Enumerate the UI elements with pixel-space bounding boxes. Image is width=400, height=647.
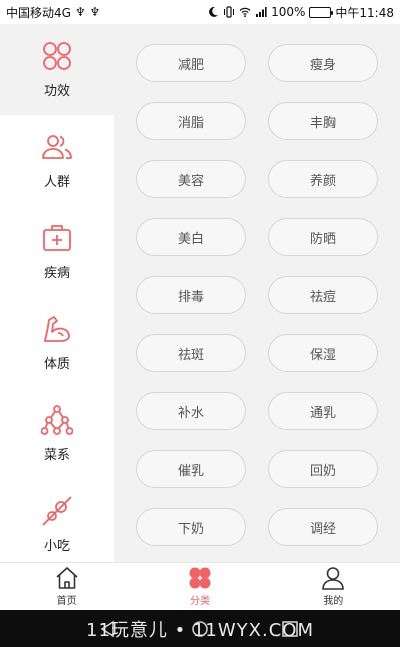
vibrate-icon — [224, 6, 235, 18]
tag-chip[interactable]: 排毒 — [136, 276, 246, 314]
tag-chip[interactable]: 消脂 — [136, 102, 246, 140]
watermark-text: 11玩意儿 • 11WYX.COM — [86, 619, 314, 641]
tag-chip[interactable]: 美白 — [136, 218, 246, 256]
clock: 中午11:48 — [335, 5, 394, 20]
bottom-nav: 首页 分类 我的 — [0, 562, 400, 610]
four-circles-icon — [43, 42, 71, 70]
sidebar-item-label: 疾病 — [43, 266, 70, 281]
user-icon — [322, 567, 345, 590]
tag-chip[interactable]: 美容 — [136, 160, 246, 198]
tag-chip[interactable]: 保湿 — [268, 334, 378, 372]
sidebar-item-snack[interactable]: 小吃 — [0, 479, 114, 562]
sidebar-item-label: 菜系 — [43, 448, 70, 463]
sidebar-item-label: 体质 — [43, 357, 70, 372]
tag-chip[interactable]: 瘦身 — [268, 44, 378, 82]
nav-label: 分类 — [189, 596, 210, 607]
tag-chip[interactable]: 补水 — [136, 392, 246, 430]
category-icon — [189, 567, 211, 589]
battery-percent: 100% — [271, 5, 306, 19]
sidebar-item-label: 功效 — [43, 84, 70, 99]
nav-profile[interactable]: 我的 — [267, 563, 400, 610]
usb-icon: ♆ ♆ — [74, 5, 101, 19]
tag-chip[interactable]: 祛痘 — [268, 276, 378, 314]
battery-icon — [309, 6, 334, 18]
nav-home[interactable]: 首页 — [0, 563, 133, 610]
tag-chip[interactable]: 催乳 — [136, 450, 246, 488]
tag-chip[interactable]: 减肥 — [136, 44, 246, 82]
signal-icon — [256, 7, 267, 17]
tag-chip[interactable]: 下奶 — [136, 508, 246, 546]
nav-label: 我的 — [323, 596, 344, 607]
skewer-icon — [42, 496, 72, 526]
tag-chip[interactable]: 回奶 — [268, 450, 378, 488]
tag-chip[interactable]: 丰胸 — [268, 102, 378, 140]
sidebar-item-constitution[interactable]: 体质 — [0, 297, 114, 388]
sidebar-item-disease[interactable]: 疾病 — [0, 206, 114, 297]
sidebar-item-label: 小吃 — [43, 539, 70, 554]
flexed-arm-icon — [44, 316, 70, 342]
tag-chip[interactable]: 通乳 — [268, 392, 378, 430]
tag-chip[interactable]: 祛斑 — [136, 334, 246, 372]
tag-chip[interactable]: 防晒 — [268, 218, 378, 256]
network-icon — [41, 405, 73, 435]
sidebar-item-cuisine[interactable]: 菜系 — [0, 388, 114, 479]
system-nav-bar: 11玩意儿 • 11WYX.COM — [0, 610, 400, 647]
people-icon — [42, 135, 72, 159]
medical-kit-icon — [43, 225, 71, 251]
category-sidebar: 功效 人群 疾病 体质 菜系 小吃 — [0, 24, 114, 562]
status-left: 中国移动4G ♆ ♆ — [6, 4, 100, 21]
tag-grid: 减肥 瘦身 消脂 丰胸 美容 养颜 美白 防晒 排毒 祛痘 祛斑 保湿 补水 通… — [114, 24, 400, 546]
nav-category[interactable]: 分类 — [133, 563, 266, 610]
tag-chip[interactable]: 养颜 — [268, 160, 378, 198]
nav-label: 首页 — [56, 596, 77, 607]
status-right: 100% 中午11:48 — [207, 4, 394, 21]
status-bar: 中国移动4G ♆ ♆ 100% 中午11:48 — [0, 0, 400, 24]
tag-panel: 减肥 瘦身 消脂 丰胸 美容 养颜 美白 防晒 排毒 祛痘 祛斑 保湿 补水 通… — [114, 24, 400, 562]
tag-chip[interactable]: 调经 — [268, 508, 378, 546]
moon-icon — [209, 6, 219, 17]
sidebar-item-label: 人群 — [43, 175, 70, 190]
sidebar-item-people[interactable]: 人群 — [0, 115, 114, 206]
sidebar-item-efficacy[interactable]: 功效 — [0, 24, 114, 115]
carrier-label: 中国移动4G — [6, 5, 71, 20]
wifi-icon — [239, 7, 251, 18]
home-icon — [56, 567, 78, 589]
